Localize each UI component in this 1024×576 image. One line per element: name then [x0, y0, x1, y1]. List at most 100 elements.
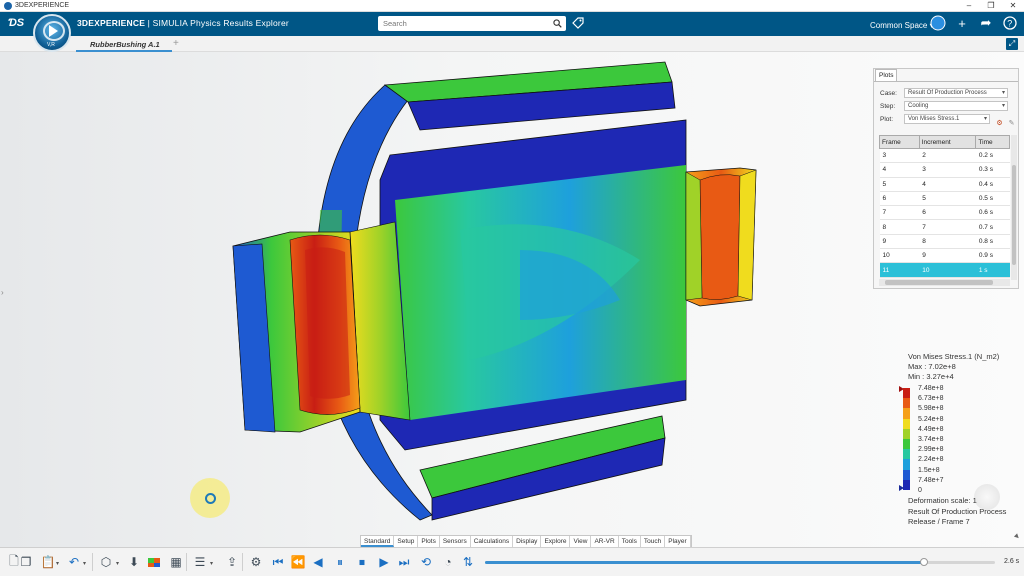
fullscreen-icon[interactable]: ⤢ [1006, 38, 1018, 50]
table-row[interactable]: 9 8 0.8 s [879, 234, 1010, 250]
play-icon[interactable]: ▶ [376, 554, 392, 570]
contour-plot-icon[interactable] [146, 554, 162, 570]
table-row[interactable]: 7 6 0.6 s [879, 205, 1010, 221]
fea-model-render[interactable] [0, 52, 1024, 548]
chevron-down-icon[interactable]: ▾ [116, 560, 119, 567]
tab-display[interactable]: Display [513, 536, 542, 547]
table-row[interactable]: 5 4 0.4 s [879, 177, 1010, 192]
tab-rubber-bushing[interactable]: RubberBushing A.1 [76, 36, 172, 52]
action-toolbar: 🗋 ❐ 📋 ▾ ↶ ▾ ⬡ ▾ ⬇ ▦ ☰ ▾ ⇪ ⚙ ⏮ ⏪ ◀ ⏸ ⏹ ▶ … [0, 547, 1024, 576]
tab-standard[interactable]: Standard [361, 536, 395, 547]
legend-label: 2.99e+8 [918, 446, 944, 454]
legend-min: Min : 3.27e+4 [908, 372, 954, 381]
legend-swatch [903, 398, 910, 409]
app-icon [4, 1, 12, 10]
space-selector[interactable]: Common Space ▾ [870, 21, 934, 30]
table-vertical-scrollbar[interactable] [1011, 135, 1017, 280]
deformation-scale: Deformation scale: 1 [908, 496, 977, 505]
close-icon[interactable]: ✕ [1002, 0, 1024, 12]
window-titlebar: 3DEXPERIENCE – ❐ ✕ [0, 0, 1024, 12]
table-row[interactable]: 6 5 0.5 s [879, 191, 1010, 207]
plot-settings-icon[interactable]: ⚙ [995, 119, 1004, 128]
app-brand: 3DEXPERIENCE [77, 18, 146, 28]
sensor-icon[interactable]: ▦ [168, 554, 184, 570]
chevron-down-icon[interactable]: ▾ [83, 560, 86, 567]
tab-view[interactable]: View [570, 536, 592, 547]
tab-setup[interactable]: Setup [394, 536, 419, 547]
tab-sensors[interactable]: Sensors [440, 536, 471, 547]
add-tab-button[interactable]: + [173, 38, 179, 49]
tab-tools[interactable]: Tools [619, 536, 641, 547]
tab-explore[interactable]: Explore [541, 536, 571, 547]
legend-title: Von Mises Stress.1 (N_m2) [908, 352, 1000, 361]
timeline-fill [485, 561, 924, 564]
stop-icon[interactable]: ⏹ [354, 554, 370, 570]
column-header[interactable]: Increment [918, 135, 977, 149]
shape-icon[interactable]: ⬡ [98, 554, 114, 570]
copy-icon[interactable]: ❐ [18, 554, 34, 570]
timeline-knob[interactable] [919, 558, 928, 566]
3d-viewport[interactable]: › Plots Case: Result Of Production Proce… [0, 52, 1024, 548]
column-header[interactable]: Time [975, 135, 1010, 149]
tab-ar-vr[interactable]: AR-VR [591, 536, 619, 547]
tab-plots[interactable]: Plots [875, 69, 897, 81]
expand-left-icon[interactable]: › [1, 288, 4, 297]
table-view-icon[interactable]: ☰ [192, 554, 208, 570]
skip-first-icon[interactable]: ⏮ [270, 554, 286, 570]
step-back-icon[interactable]: ⏪ [290, 554, 306, 570]
download-icon[interactable]: ⬇ [126, 554, 142, 570]
plot-label: Plot: [880, 115, 894, 123]
search-icon[interactable] [553, 19, 562, 28]
help-icon[interactable]: ? [1002, 15, 1018, 31]
paste-icon[interactable]: 📋 [40, 554, 56, 570]
step-label: Step: [880, 102, 896, 110]
table-row[interactable]: 4 3 0.3 s [879, 162, 1010, 178]
tab-plots[interactable]: Plots [418, 536, 440, 547]
restore-icon[interactable]: ❐ [980, 0, 1002, 12]
add-icon[interactable]: + [954, 15, 970, 31]
table-horizontal-scrollbar[interactable] [879, 279, 1010, 286]
case-label: Case: [880, 89, 897, 97]
export-icon[interactable]: ⇪ [224, 554, 240, 570]
skip-last-icon[interactable]: ⏭ [396, 554, 412, 570]
tab-calculations[interactable]: Calculations [471, 536, 514, 547]
pause-icon[interactable]: ⏸ [332, 554, 348, 570]
space-label: Common Space [870, 21, 928, 30]
tab-player[interactable]: Player [665, 536, 691, 547]
table-row-selected[interactable]: 11 10 1 s [879, 262, 1010, 278]
tab-touch[interactable]: Touch [641, 536, 666, 547]
compass-button[interactable]: V,R [33, 14, 71, 52]
search-box [378, 16, 566, 31]
step-select[interactable]: Cooling [904, 101, 1008, 111]
undo-icon[interactable]: ↶ [66, 554, 82, 570]
edit-pencil-icon[interactable]: ✎ [1007, 119, 1016, 128]
table-row[interactable]: 10 9 0.9 s [879, 248, 1010, 264]
chevron-down-icon[interactable]: ▾ [56, 560, 59, 567]
user-avatar-icon[interactable] [930, 15, 946, 31]
legend-label: 3.74e+8 [918, 435, 944, 443]
table-row[interactable]: 8 7 0.7 s [879, 219, 1010, 235]
legend-color-bar[interactable] [903, 388, 910, 490]
search-input[interactable] [378, 16, 543, 31]
chevron-down-icon[interactable]: ▾ [210, 560, 213, 567]
play-reverse-icon[interactable]: ◀ [310, 554, 326, 570]
share-icon[interactable]: ➦ [978, 15, 994, 31]
column-header[interactable]: Frame [879, 135, 920, 149]
case-select[interactable]: Result Of Production Process [904, 88, 1008, 98]
legend-swatch [903, 459, 910, 470]
speed-icon[interactable]: ◔ [440, 554, 456, 570]
minimize-icon[interactable]: – [958, 0, 980, 12]
table-row[interactable]: 3 2 0.2 s [879, 148, 1010, 164]
legend-label: 6.73e+8 [918, 395, 944, 403]
sort-icon[interactable]: ⇅ [460, 554, 476, 570]
svg-text:?: ? [1007, 19, 1012, 29]
compass-label: V,R [47, 42, 55, 48]
gear-icon[interactable]: ⚙ [248, 554, 264, 570]
player-timeline-slider[interactable] [485, 558, 995, 566]
tag-icon[interactable] [572, 17, 584, 29]
step-row: Step: Cooling [880, 100, 1008, 112]
action-bar-tabs: Standard Setup Plots Sensors Calculations Dis… [360, 535, 692, 547]
plot-select[interactable]: Von Mises Stress.1 [904, 114, 990, 124]
legend-swatch [903, 449, 910, 460]
loop-icon[interactable]: ⟲ [418, 554, 434, 570]
